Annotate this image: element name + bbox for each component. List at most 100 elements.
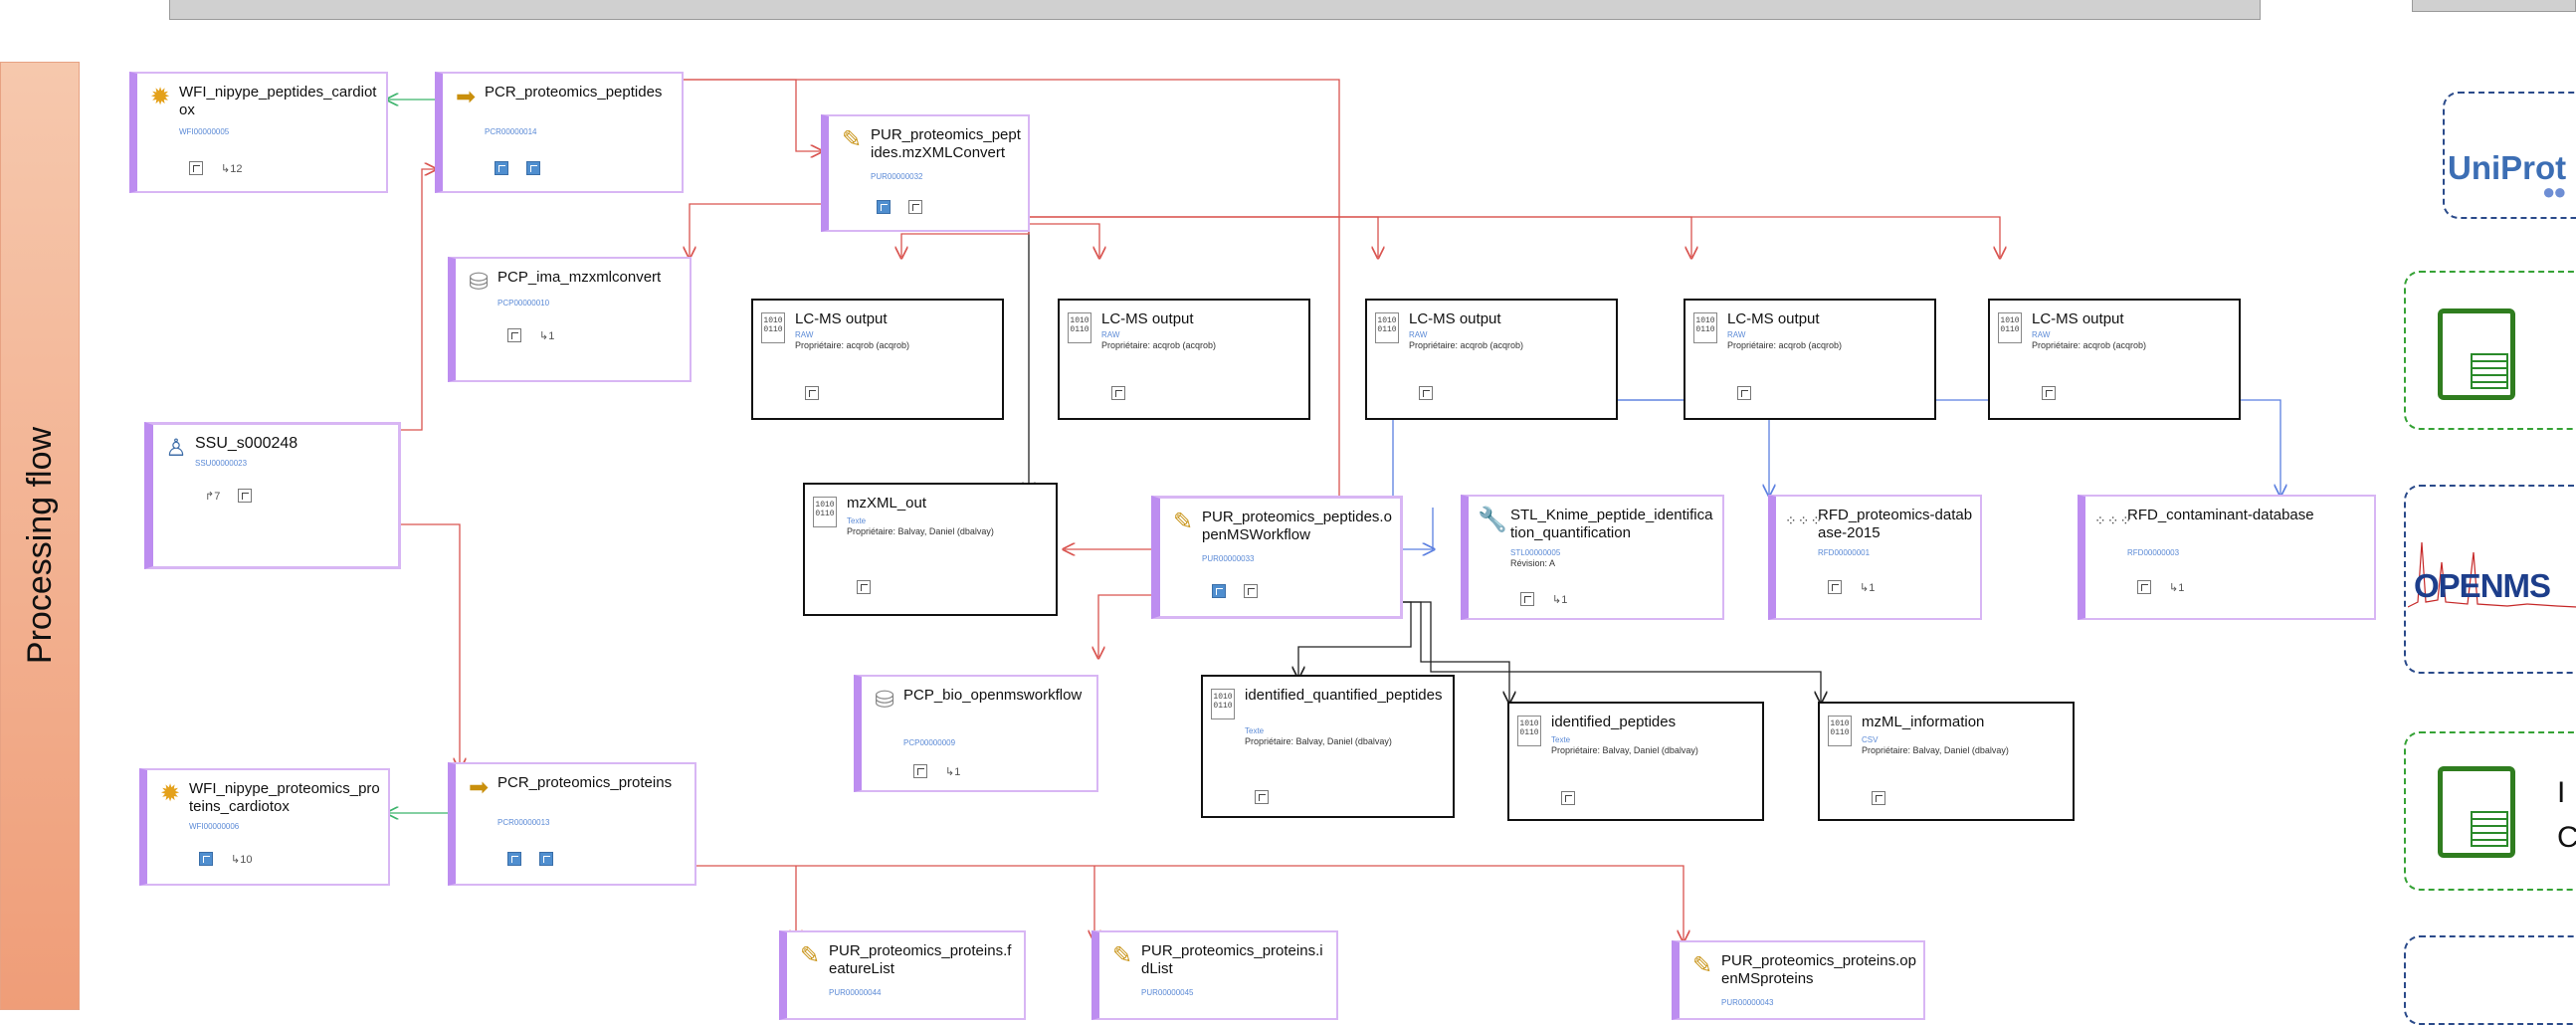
open-button[interactable] <box>1561 791 1575 805</box>
node-owner: Propriétaire: Balvay, Daniel (dbalvay) <box>847 526 994 536</box>
open-button[interactable] <box>1111 386 1125 400</box>
open-button[interactable] <box>1212 584 1226 598</box>
node-title: identified_quantified_peptides <box>1245 687 1443 704</box>
spreadsheet-icon <box>2438 766 2515 858</box>
open-button[interactable] <box>1419 386 1433 400</box>
open-button[interactable] <box>2137 580 2151 594</box>
node-pcp-ima[interactable]: ⛁ PCP_ima_mzxmlconvert PCP00000010 ↳1 <box>448 257 692 382</box>
binary-file-icon: 1010 0110 <box>1693 312 1717 343</box>
node-title: LC-MS output <box>795 310 888 327</box>
gear-icon: ✹ <box>149 84 171 110</box>
node-title: identified_peptides <box>1551 714 1677 730</box>
node-rfd-contaminant[interactable]: ⁘⁘⁘ RFD_contaminant-database RFD00000003… <box>2078 495 2376 620</box>
node-code: PUR00000044 <box>829 988 882 997</box>
node-pcr-peptides[interactable]: ➡ PCR_proteomics_peptides PCR00000014 <box>435 72 684 193</box>
database-icon: ⛁ <box>874 687 895 714</box>
binary-file-icon: 1010 0110 <box>1068 312 1091 343</box>
open-button[interactable] <box>238 489 253 503</box>
open-button[interactable] <box>507 852 521 866</box>
wand-icon: ✎ <box>1691 952 1713 979</box>
open-button[interactable] <box>526 161 540 175</box>
node-code: PUR00000032 <box>871 172 923 181</box>
node-wfi-proteins[interactable]: ✹ WFI_nipype_proteomics_proteins_cardiot… <box>139 768 390 886</box>
node-owner: Propriétaire: Balvay, Daniel (dbalvay) <box>1245 736 1392 746</box>
node-stl-knime[interactable]: 🔧 STL_Knime_peptide_identification_quant… <box>1461 495 1724 620</box>
node-code: RFD00000003 <box>2127 548 2180 557</box>
node-owner: Propriétaire: Balvay, Daniel (dbalvay) <box>1862 745 2009 755</box>
node-type: RAW <box>795 330 814 339</box>
link-count: ↳1 <box>539 329 555 342</box>
node-owner: Propriétaire: acqrob (acqrob) <box>2032 340 2147 350</box>
node-pur-openmsworkflow[interactable]: ✎ PUR_proteomics_peptides.openMSWorkflow… <box>1151 496 1403 619</box>
node-code: PUR00000033 <box>1202 554 1255 563</box>
node-identified-peptides[interactable]: 1010 0110 identified_peptides Texte Propr… <box>1507 702 1764 821</box>
open-button[interactable] <box>1872 791 1885 805</box>
database-icon: ⛁ <box>468 269 490 296</box>
node-identified-quantified-peptides[interactable]: 1010 0110 identified_quantified_peptides … <box>1201 675 1455 818</box>
node-mzxml-out[interactable]: 1010 0110 mzXML_out Texte Propriétaire: B… <box>803 483 1058 616</box>
node-owner: Propriétaire: acqrob (acqrob) <box>795 340 910 350</box>
node-title: LC-MS output <box>1409 310 1501 327</box>
arrow-right-icon: ➡ <box>468 774 490 801</box>
node-ssu[interactable]: ♙ SSU_s000248 SSU00000023 ↱7 <box>144 422 401 569</box>
node-code: PCP00000010 <box>497 299 550 308</box>
open-button[interactable] <box>189 161 203 175</box>
binary-file-icon: 1010 0110 <box>1828 716 1852 746</box>
text-fragment: I <box>2557 776 2566 809</box>
node-pcp-bio[interactable]: ⛁ PCP_bio_openmsworkflow PCP00000009 ↳1 <box>854 675 1098 792</box>
open-button[interactable] <box>1244 584 1258 598</box>
open-button[interactable] <box>199 852 213 866</box>
node-pur-mzxmlconvert[interactable]: ✎ PUR_proteomics_peptides.mzXMLConvert P… <box>821 114 1030 232</box>
node-wfi-peptides[interactable]: ✹ WFI_nipype_peptides_cardiotox WFI00000… <box>129 72 388 193</box>
node-lcms-output[interactable]: 1010 0110 LC-MS output RAW Propriétaire: … <box>1365 299 1618 420</box>
node-type: RAW <box>1409 330 1428 339</box>
node-type: Texte <box>1245 726 1265 735</box>
open-button[interactable] <box>2042 386 2056 400</box>
wand-icon: ✎ <box>1172 509 1194 535</box>
wand-icon: ✎ <box>841 126 863 153</box>
node-title: PUR_proteomics_peptides.mzXMLConvert <box>871 126 1021 161</box>
node-lcms-output[interactable]: 1010 0110 LC-MS output RAW Propriétaire: … <box>1058 299 1310 420</box>
open-button[interactable] <box>1520 592 1534 606</box>
node-owner: Propriétaire: acqrob (acqrob) <box>1727 340 1843 350</box>
open-button[interactable] <box>1255 790 1269 804</box>
node-pur-openmsproteins[interactable]: ✎ PUR_proteomics_proteins.openMSproteins… <box>1672 940 1925 1020</box>
link-count: ↱7 <box>205 490 221 503</box>
node-code: PCR00000013 <box>497 818 550 827</box>
open-button[interactable] <box>877 200 891 214</box>
node-pur-idlist[interactable]: ✎ PUR_proteomics_proteins.idList PUR0000… <box>1091 930 1338 1020</box>
open-button[interactable] <box>913 764 927 778</box>
node-code: WFI00000005 <box>179 127 230 136</box>
node-title: STL_Knime_peptide_identification_quantif… <box>1510 507 1713 541</box>
node-title: mzXML_out <box>847 495 927 512</box>
binary-file-icon: 1010 0110 <box>1998 312 2022 343</box>
open-button[interactable] <box>908 200 922 214</box>
open-button[interactable] <box>1737 386 1751 400</box>
gear-icon: ✹ <box>159 780 181 807</box>
node-owner: Propriétaire: Balvay, Daniel (dbalvay) <box>1551 745 1698 755</box>
node-title: PCR_proteomics_proteins <box>497 774 673 791</box>
open-button[interactable] <box>1828 580 1842 594</box>
node-pcr-proteins[interactable]: ➡ PCR_proteomics_proteins PCR00000013 <box>448 762 696 886</box>
open-button[interactable] <box>495 161 508 175</box>
node-code: PCP00000009 <box>903 738 956 747</box>
node-owner: Propriétaire: acqrob (acqrob) <box>1101 340 1217 350</box>
open-button[interactable] <box>805 386 819 400</box>
node-title: RFD_proteomics-database-2015 <box>1818 507 1973 541</box>
open-button[interactable] <box>539 852 553 866</box>
node-pur-featurelist[interactable]: ✎ PUR_proteomics_proteins.featureList PU… <box>779 930 1026 1020</box>
node-type: CSV <box>1862 735 1879 744</box>
binary-file-icon: 1010 0110 <box>1517 716 1541 746</box>
node-lcms-output[interactable]: 1010 0110 LC-MS output RAW Propriétaire: … <box>751 299 1004 420</box>
node-lcms-output[interactable]: 1010 0110 LC-MS output RAW Propriétaire: … <box>1684 299 1936 420</box>
open-button[interactable] <box>857 580 871 594</box>
node-lcms-output[interactable]: 1010 0110 LC-MS output RAW Propriétaire: … <box>1988 299 2241 420</box>
binary-file-icon: 1010 0110 <box>813 497 837 527</box>
node-mzml-information[interactable]: 1010 0110 mzML_information CSV Propriétai… <box>1818 702 2075 821</box>
node-title: PUR_proteomics_proteins.openMSproteins <box>1721 952 1916 987</box>
node-code: PUR00000043 <box>1721 998 1774 1007</box>
node-rfd-database-2015[interactable]: ⁘⁘⁘ RFD_proteomics-database-2015 RFD0000… <box>1768 495 1982 620</box>
wand-icon: ✎ <box>799 942 821 969</box>
open-button[interactable] <box>507 328 521 342</box>
binary-file-icon: 1010 0110 <box>761 312 785 343</box>
